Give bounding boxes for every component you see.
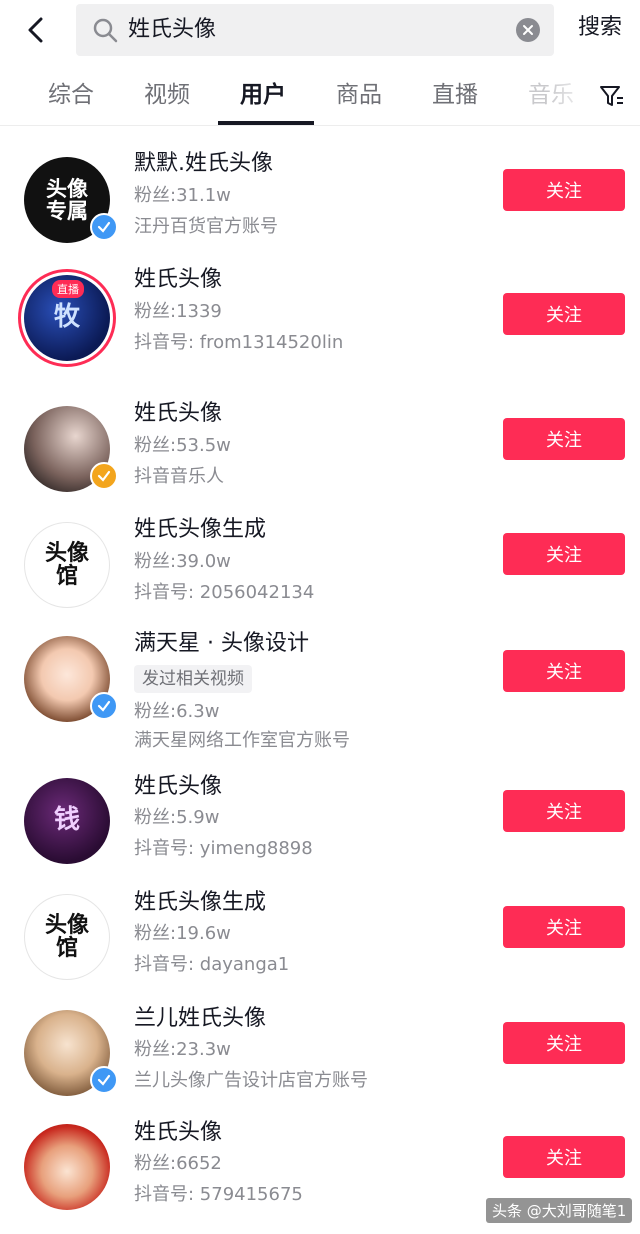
follow-button[interactable]: 关注 <box>503 906 625 948</box>
user-result-row[interactable]: 头像馆 姓氏头像生成 粉丝:39.0w 抖音号: 2056042134 关注 <box>0 506 640 616</box>
user-name[interactable]: 姓氏头像 <box>134 399 222 429</box>
user-name[interactable]: 姓氏头像生成 <box>134 888 266 918</box>
follow-button[interactable]: 关注 <box>503 1136 625 1178</box>
tab-comprehensive[interactable]: 综合 <box>48 78 94 112</box>
user-name[interactable]: 姓氏头像 <box>134 265 222 295</box>
user-name[interactable]: 姓氏头像 <box>134 1118 222 1148</box>
follow-button[interactable]: 关注 <box>503 1022 625 1064</box>
follow-button[interactable]: 关注 <box>503 169 625 211</box>
user-name[interactable]: 兰儿姓氏头像 <box>134 1004 266 1034</box>
avatar-text: 头像馆 <box>44 539 89 589</box>
account-description: 汪丹百货官方账号 <box>134 216 278 237</box>
follow-button[interactable]: 关注 <box>503 650 625 692</box>
avatar-text: 钱 <box>53 805 80 836</box>
tab-live[interactable]: 直播 <box>432 78 478 112</box>
user-name[interactable]: 默默.姓氏头像 <box>134 149 273 179</box>
tab-videos[interactable]: 视频 <box>144 78 190 112</box>
user-name[interactable]: 满天星 · 头像设计 <box>134 629 309 659</box>
follower-count: 粉丝:19.6w <box>134 923 231 944</box>
account-description: 抖音号: dayanga1 <box>134 954 290 975</box>
filter-button[interactable] <box>596 80 628 112</box>
result-tabs: 综合 视频 用户 商品 直播 音乐 <box>0 66 640 126</box>
avatar-text: 牧 <box>53 302 80 333</box>
back-button[interactable] <box>16 10 56 50</box>
avatar-text: 头像馆 <box>44 911 89 961</box>
account-description: 抖音号: 579415675 <box>134 1184 303 1205</box>
follow-button[interactable]: 关注 <box>503 293 625 335</box>
tab-fade-overlay <box>548 66 598 124</box>
account-description: 抖音音乐人 <box>134 466 224 487</box>
account-description: 抖音号: yimeng8898 <box>134 838 313 859</box>
follower-count: 粉丝:31.1w <box>134 185 231 206</box>
user-name[interactable]: 姓氏头像 <box>134 772 222 802</box>
follower-count: 粉丝:1339 <box>134 301 222 322</box>
chevron-left-icon <box>28 17 43 43</box>
clear-search-button[interactable] <box>516 18 540 42</box>
search-field[interactable]: 姓氏头像 <box>76 4 554 56</box>
user-result-row[interactable]: 牧 直播 姓氏头像 粉丝:1339 抖音号: from1314520lin 关注 <box>0 256 640 376</box>
verified-badge-icon <box>90 462 118 490</box>
follower-count: 粉丝:39.0w <box>134 551 231 572</box>
user-name[interactable]: 姓氏头像生成 <box>134 515 266 545</box>
tab-users[interactable]: 用户 <box>240 78 286 112</box>
avatar[interactable]: 钱 <box>24 778 110 864</box>
close-icon <box>523 25 533 35</box>
follower-count: 粉丝:53.5w <box>134 435 231 456</box>
user-result-row[interactable]: 兰儿姓氏头像 粉丝:23.3w 兰儿头像广告设计店官方账号 关注 <box>0 1004 640 1114</box>
search-submit-button[interactable]: 搜索 <box>578 12 622 44</box>
user-result-row[interactable]: 姓氏头像 粉丝:53.5w 抖音音乐人 关注 <box>0 390 640 500</box>
avatar[interactable] <box>24 1124 110 1210</box>
follower-count: 粉丝:6652 <box>134 1153 222 1174</box>
follower-count: 粉丝:23.3w <box>134 1039 231 1060</box>
follow-button[interactable]: 关注 <box>503 418 625 460</box>
user-result-row[interactable]: 满天星 · 头像设计 发过相关视频 粉丝:6.3w 满天星网络工作室官方账号 关… <box>0 622 640 762</box>
active-tab-indicator <box>218 121 314 125</box>
avatar-text: 头像专属 <box>46 175 88 223</box>
search-icon <box>93 18 118 43</box>
search-bar: 姓氏头像 搜索 <box>0 0 640 58</box>
follower-count: 粉丝:5.9w <box>134 807 220 828</box>
verified-badge-icon <box>90 692 118 720</box>
search-input[interactable]: 姓氏头像 <box>128 14 216 46</box>
user-result-row[interactable]: 头像专属 默默.姓氏头像 粉丝:31.1w 汪丹百货官方账号 关注 <box>0 140 640 250</box>
avatar[interactable]: 头像馆 <box>24 894 110 980</box>
tab-products[interactable]: 商品 <box>336 78 382 112</box>
account-description: 满天星网络工作室官方账号 <box>134 730 350 751</box>
follow-button[interactable]: 关注 <box>503 790 625 832</box>
follower-count: 粉丝:6.3w <box>134 701 220 722</box>
related-video-tag: 发过相关视频 <box>134 665 252 693</box>
live-badge: 直播 <box>52 280 84 298</box>
user-result-row[interactable]: 头像馆 姓氏头像生成 粉丝:19.6w 抖音号: dayanga1 关注 <box>0 888 640 998</box>
watermark: 头条 @大刘哥随笔1 <box>486 1198 633 1223</box>
follow-button[interactable]: 关注 <box>503 533 625 575</box>
user-result-row[interactable]: 钱 姓氏头像 粉丝:5.9w 抖音号: yimeng8898 关注 <box>0 772 640 882</box>
verified-badge-icon <box>90 1066 118 1094</box>
account-description: 兰儿头像广告设计店官方账号 <box>134 1070 368 1091</box>
verified-badge-icon <box>90 213 118 241</box>
account-description: 抖音号: from1314520lin <box>134 332 344 353</box>
account-description: 抖音号: 2056042134 <box>134 582 315 603</box>
filter-icon <box>600 86 623 106</box>
avatar[interactable]: 头像馆 <box>24 522 110 608</box>
